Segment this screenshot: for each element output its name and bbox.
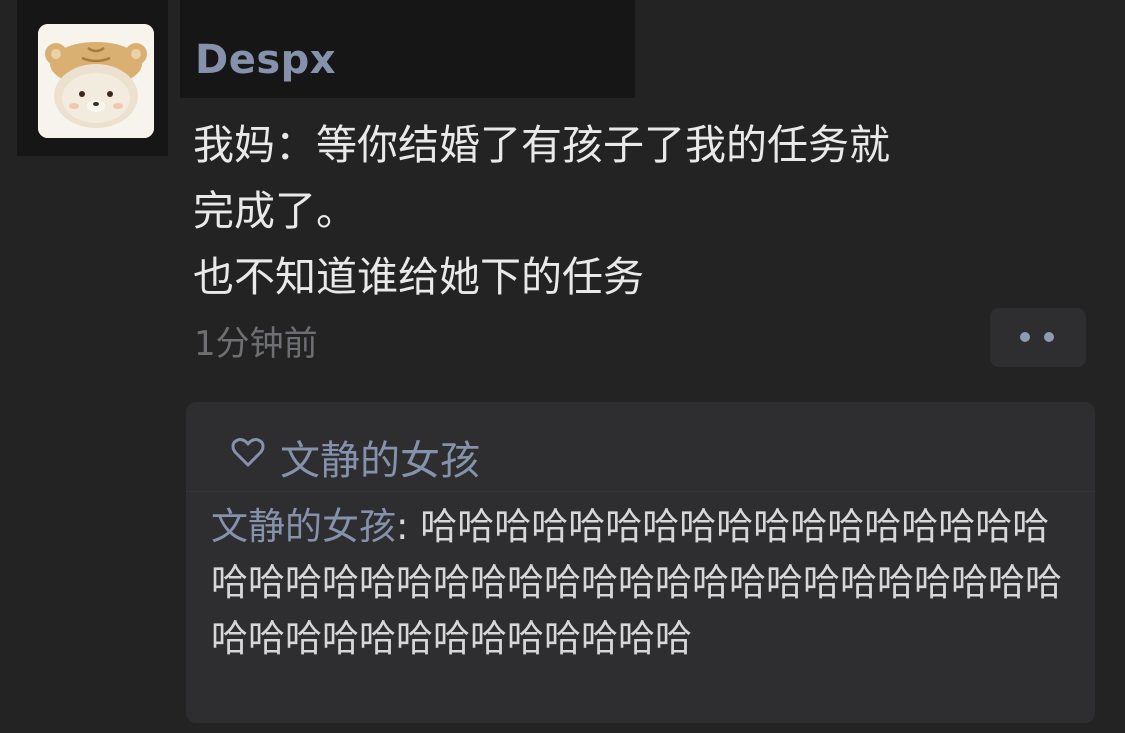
post-text: 我妈：等你结婚了有孩子了我的任务就 完成了。 也不知道谁给她下的任务	[193, 112, 1098, 310]
divider	[186, 491, 1095, 492]
comment-item: 文静的女孩: 哈哈哈哈哈哈哈哈哈哈哈哈哈哈哈哈哈哈哈哈哈哈哈哈哈哈哈哈哈哈哈哈哈…	[211, 499, 1081, 667]
ellipsis-icon	[1044, 332, 1054, 342]
post-text-line: 我妈：等你结婚了有孩子了我的任务就	[193, 121, 890, 169]
bear-avatar-icon	[38, 24, 154, 138]
post-timestamp: 1分钟前	[194, 324, 318, 364]
ellipsis-icon	[1020, 332, 1030, 342]
liker-name[interactable]: 文静的女孩	[280, 428, 480, 486]
author-name[interactable]: Despx	[195, 37, 336, 83]
post-text-line: 完成了。	[193, 187, 357, 235]
comment-separator: :	[396, 505, 421, 548]
moments-post: Despx 我妈：等你结婚了有孩子了我的任务就 完成了。 也不知道谁给她下的任务…	[0, 0, 1125, 733]
more-actions-button[interactable]	[990, 308, 1086, 367]
heart-outline-icon	[231, 438, 265, 467]
interaction-panel: 文静的女孩 文静的女孩: 哈哈哈哈哈哈哈哈哈哈哈哈哈哈哈哈哈哈哈哈哈哈哈哈哈哈哈…	[186, 402, 1095, 723]
avatar[interactable]	[38, 24, 154, 138]
commenter-name[interactable]: 文静的女孩	[211, 505, 396, 548]
post-text-line: 也不知道谁给她下的任务	[193, 253, 644, 301]
